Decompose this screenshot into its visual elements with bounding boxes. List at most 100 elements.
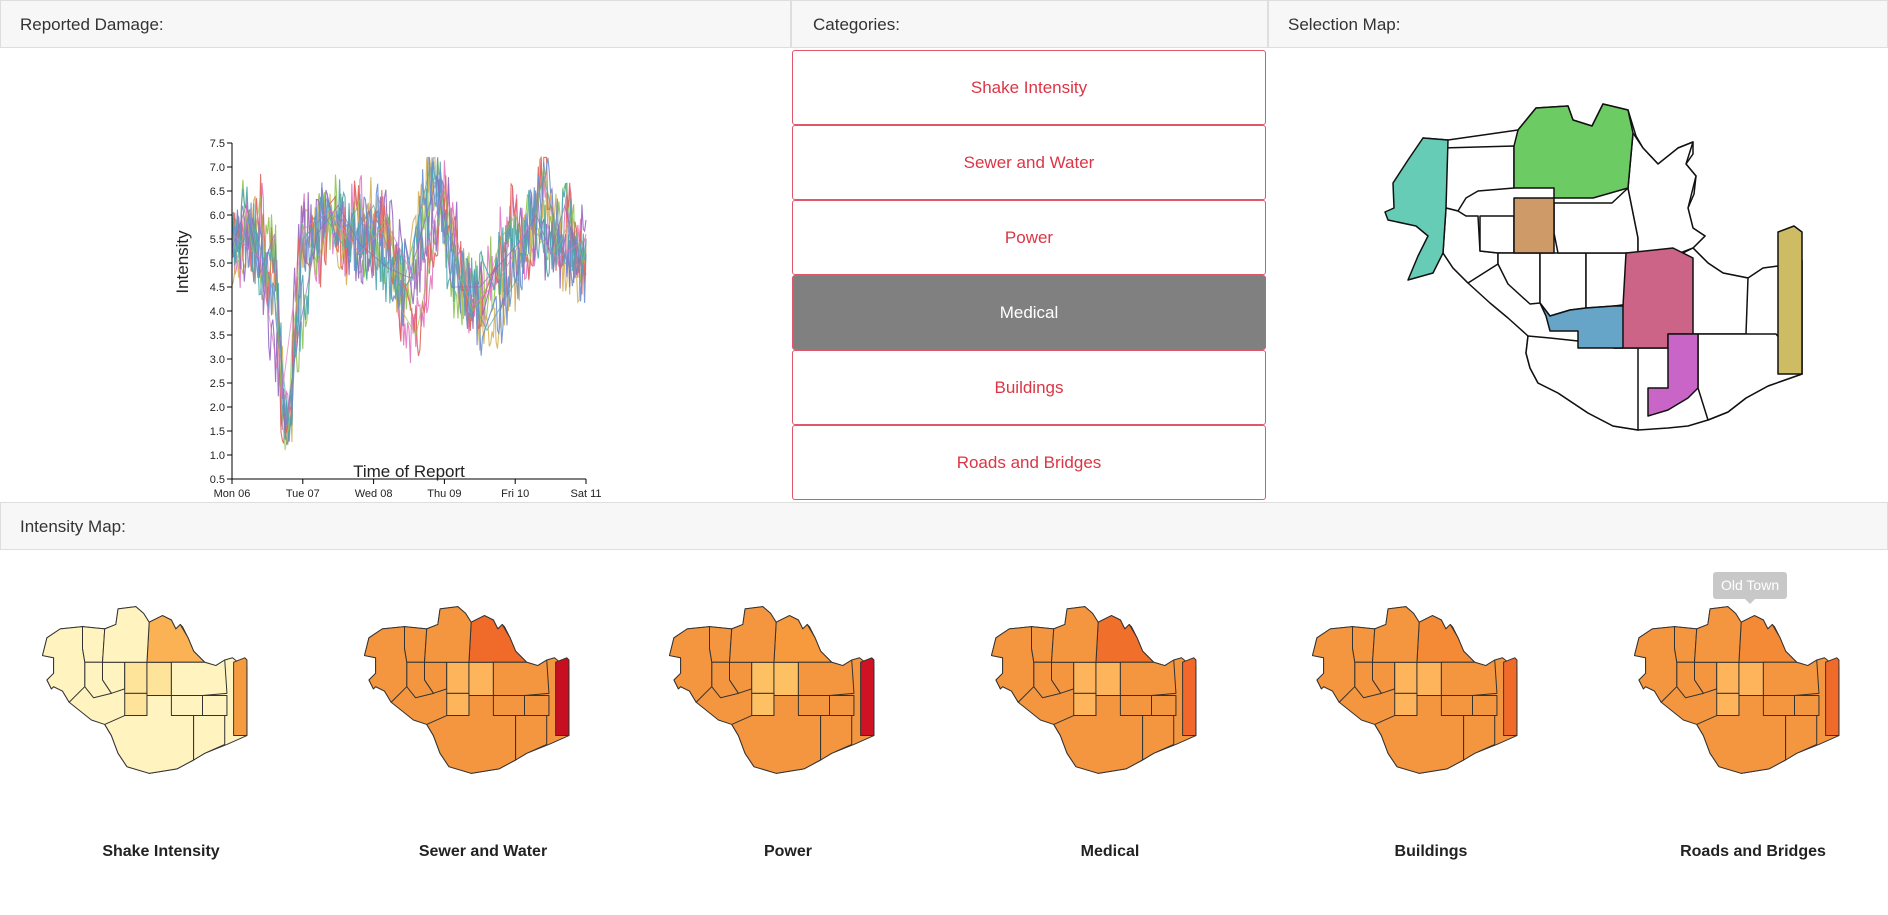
district-region[interactable] (1352, 626, 1376, 663)
district-region[interactable] (1634, 626, 1678, 703)
district-region[interactable] (1440, 659, 1498, 697)
district-region[interactable] (1372, 606, 1420, 663)
intensity-map-label: Medical (1080, 843, 1140, 860)
categories-header: Categories: (791, 0, 1268, 48)
y-tick-label: 2.5 (210, 378, 225, 390)
district-region[interactable] (1613, 247, 1694, 349)
district-region[interactable] (1472, 695, 1498, 717)
intensity-maps-row: Shake Intensity Sewer and Water Power Me… (0, 550, 1888, 915)
district-region[interactable] (1151, 695, 1177, 717)
y-tick-label: 1.5 (210, 426, 225, 438)
district-region[interactable] (669, 626, 713, 703)
y-tick-label: 6.5 (210, 186, 225, 198)
district-region[interactable] (1716, 661, 1740, 694)
category-shake-intensity-button[interactable]: Shake Intensity (792, 50, 1266, 125)
district-region[interactable] (1674, 626, 1698, 663)
district-region[interactable] (1051, 606, 1099, 663)
district-region[interactable] (446, 692, 470, 717)
district-region[interactable] (1503, 657, 1518, 737)
damage-line-chart: 0.5 1.0 1.5 2.0 2.5 3.0 3.5 4.0 4.5 5.0 5.5 6.0 6.5 7… (173, 138, 602, 500)
district-region[interactable] (102, 606, 150, 663)
district-region[interactable] (1073, 692, 1097, 717)
district-region[interactable] (1142, 715, 1175, 761)
category-medical-button[interactable]: Medical (792, 275, 1266, 350)
district-region[interactable] (515, 715, 548, 761)
district-region[interactable] (468, 661, 494, 697)
intensity-map-label: Roads and Bridges (1680, 843, 1826, 860)
intensity-map-label: Power (763, 843, 812, 860)
district-region[interactable] (1463, 715, 1496, 761)
district-region[interactable] (1738, 615, 1798, 663)
district-region[interactable] (1182, 657, 1197, 737)
district-region[interactable] (1031, 626, 1055, 663)
district-region[interactable] (364, 626, 408, 703)
district-region[interactable] (1073, 661, 1097, 694)
district-region[interactable] (1716, 692, 1740, 717)
district-region[interactable] (202, 695, 228, 717)
district-region[interactable] (1777, 225, 1803, 375)
series-line (231, 156, 587, 444)
district-region[interactable] (555, 657, 570, 737)
district-region[interactable] (1738, 661, 1764, 697)
district-region[interactable] (146, 661, 172, 697)
district-region[interactable] (751, 661, 775, 694)
district-region[interactable] (1539, 252, 1587, 317)
district-region[interactable] (124, 692, 148, 717)
district-region[interactable] (773, 661, 799, 697)
district-region[interactable] (1416, 661, 1442, 697)
y-tick-label: 5.5 (210, 234, 225, 246)
district-region[interactable] (1694, 606, 1742, 663)
district-region[interactable] (193, 715, 226, 761)
intensity-map-shake[interactable]: Shake Intensity (0, 550, 322, 870)
district-region[interactable] (820, 715, 853, 761)
district-region[interactable] (797, 659, 855, 697)
district-region[interactable] (82, 626, 106, 663)
district-region[interactable] (829, 695, 855, 717)
intensity-map-medical[interactable]: Medical (949, 550, 1271, 870)
x-tick-label: Tue 07 (286, 488, 320, 500)
district-region[interactable] (524, 695, 550, 717)
district-region[interactable] (468, 615, 528, 663)
district-region[interactable] (729, 606, 777, 663)
district-region[interactable] (446, 661, 470, 694)
category-power-button[interactable]: Power (792, 200, 1266, 275)
district-region[interactable] (1525, 335, 1639, 431)
category-buildings-button[interactable]: Buildings (792, 350, 1266, 425)
district-region[interactable] (1825, 657, 1840, 737)
district-region[interactable] (1119, 659, 1177, 697)
district-region[interactable] (1394, 661, 1418, 694)
district-region[interactable] (773, 615, 833, 663)
y-tick-label: 2.0 (210, 402, 225, 414)
selection-map (1384, 103, 1803, 431)
category-roads-bridges-button[interactable]: Roads and Bridges (792, 425, 1266, 500)
district-region[interactable] (1762, 659, 1820, 697)
district-region[interactable] (124, 661, 148, 694)
intensity-map-buildings[interactable]: Buildings (1270, 550, 1592, 870)
district-region[interactable] (1785, 715, 1818, 761)
district-region[interactable] (492, 659, 550, 697)
y-tick-label: 4.5 (210, 282, 225, 294)
district-region[interactable] (1095, 661, 1121, 697)
district-region[interactable] (991, 626, 1035, 703)
district-region[interactable] (233, 657, 248, 737)
district-region[interactable] (170, 659, 228, 697)
district-region[interactable] (404, 626, 428, 663)
district-region[interactable] (1394, 692, 1418, 717)
district-region[interactable] (424, 606, 472, 663)
district-region[interactable] (1384, 137, 1449, 281)
district-region[interactable] (751, 692, 775, 717)
district-region[interactable] (42, 626, 86, 703)
district-region[interactable] (1794, 695, 1820, 717)
district-region[interactable] (1095, 615, 1155, 663)
district-region[interactable] (1416, 615, 1476, 663)
district-region[interactable] (146, 615, 206, 663)
district-region[interactable] (1479, 215, 1515, 254)
category-sewer-water-button[interactable]: Sewer and Water (792, 125, 1266, 200)
district-region[interactable] (1312, 626, 1356, 703)
district-region[interactable] (709, 626, 733, 663)
district-region[interactable] (1513, 197, 1555, 254)
district-region[interactable] (1513, 103, 1634, 199)
district-region[interactable] (860, 657, 875, 737)
intensity-map-sewer-water[interactable]: Sewer and Water (322, 550, 644, 870)
intensity-map-power[interactable]: Power (627, 550, 949, 870)
